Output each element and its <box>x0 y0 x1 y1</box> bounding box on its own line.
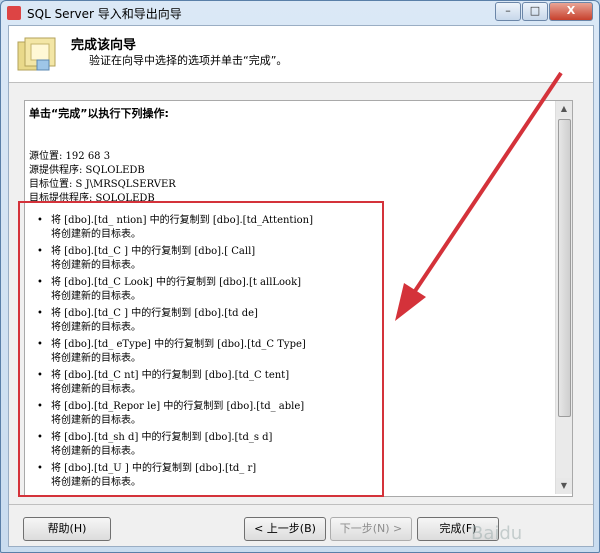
page-subtitle: 验证在向导中选择的选项并单击“完成”。 <box>89 54 288 67</box>
source-provider: 源提供程序: SQLOLEDB <box>29 165 145 176</box>
operation-text: 将 [dbo].[td_C nt] 中的行复制到 [dbo].[td_C ten… <box>51 370 290 381</box>
operation-text: 将 [dbo].[td_C ] 中的行复制到 [dbo].[td de] <box>51 308 258 319</box>
operation-text: 将 [dbo].[td_Repor le] 中的行复制到 [dbo].[td_ … <box>51 401 305 412</box>
operation-note: 将创建新的目标表。 <box>51 477 141 488</box>
window-title: SQL Server 导入和导出向导 <box>27 7 182 21</box>
copy-operation: • 将 [dbo].[td_C ] 中的行复制到 [dbo].[td de] 将创建… <box>37 307 258 335</box>
help-button[interactable]: 帮助(H) <box>23 517 111 541</box>
wizard-header: 完成该向导 验证在向导中选择的选项并单击“完成”。 <box>9 26 593 83</box>
target-provider: 目标提供程序: SQLOLEDB <box>29 193 155 204</box>
target-location: 目标位置: S J\MRSQLSERVER <box>29 179 176 190</box>
watermark: Baidu <box>471 523 523 544</box>
title-bar[interactable]: SQL Server 导入和导出向导 – □ X <box>1 1 599 25</box>
operation-note: 将创建新的目标表。 <box>51 384 141 395</box>
close-button[interactable]: X <box>549 2 593 21</box>
back-button[interactable]: < 上一步(B) <box>244 517 326 541</box>
operation-note: 将创建新的目标表。 <box>51 353 141 364</box>
operation-note: 将创建新的目标表。 <box>51 446 141 457</box>
copy-operation: • 将 [dbo].[td_sh d] 中的行复制到 [dbo].[td_s d]… <box>37 431 272 459</box>
operation-note: 将创建新的目标表。 <box>51 415 141 426</box>
operation-note: 将创建新的目标表。 <box>51 322 141 333</box>
operation-note: 将创建新的目标表。 <box>51 291 141 302</box>
source-location: 源位置: 192 68 3 <box>29 151 111 162</box>
page-title: 完成该向导 <box>71 38 137 53</box>
copy-operation: • 将 [dbo].[td_Repor le] 中的行复制到 [dbo].[td_… <box>37 400 304 428</box>
operation-text: 将 [dbo].[td_U ] 中的行复制到 [dbo].[td_ r] <box>51 463 257 474</box>
copy-operation: • 将 [dbo].[td_U ] 中的行复制到 [dbo].[td_ r] 将创建… <box>37 462 256 490</box>
wizard-window: SQL Server 导入和导出向导 – □ X 完成该向导 验证在向导中选择的… <box>0 0 600 553</box>
scroll-up-icon[interactable]: ▲ <box>556 101 572 117</box>
maximize-button[interactable]: □ <box>522 2 548 21</box>
copy-operation: • 将 [dbo].[td_C ] 中的行复制到 [dbo].[ Call] 将创建… <box>37 245 255 273</box>
operation-text: 将 [dbo].[td_ eType] 中的行复制到 [dbo].[td_C T… <box>51 339 306 350</box>
bullet: • <box>37 432 43 443</box>
bullet: • <box>37 277 43 288</box>
window-controls: – □ X <box>494 2 593 21</box>
copy-operation: • 将 [dbo].[td_ ntion] 中的行复制到 [dbo].[td_At… <box>37 214 313 242</box>
operation-text: 将 [dbo].[td_sh d] 中的行复制到 [dbo].[td_s d] <box>51 432 273 443</box>
bullet: • <box>37 246 43 257</box>
sql-server-app-icon <box>7 6 21 20</box>
operation-note: 将创建新的目标表。 <box>51 260 141 271</box>
summary-panel[interactable]: 单击“完成”以执行下列操作: 源位置: 192 68 3 源提供程序: SQLO… <box>24 100 573 497</box>
bullet: • <box>37 370 43 381</box>
copy-operation: • 将 [dbo].[td_C nt] 中的行复制到 [dbo].[td_C te… <box>37 369 289 397</box>
summary-content: 单击“完成”以执行下列操作: 源位置: 192 68 3 源提供程序: SQLO… <box>27 103 554 494</box>
scroll-thumb[interactable] <box>558 119 571 417</box>
copy-operation: • 将 [dbo].[td_C Look] 中的行复制到 [dbo].[t all… <box>37 276 301 304</box>
wizard-folder-icon <box>17 37 56 71</box>
bullet: • <box>37 215 43 226</box>
bullet: • <box>37 339 43 350</box>
operation-text: 将 [dbo].[td_ ntion] 中的行复制到 [dbo].[td_Att… <box>51 215 314 226</box>
footer-divider <box>9 504 593 505</box>
bullet: • <box>37 463 43 474</box>
bullet: • <box>37 308 43 319</box>
wizard-client-area: 完成该向导 验证在向导中选择的选项并单击“完成”。 单击“完成”以执行下列操作:… <box>8 25 594 547</box>
scroll-down-icon[interactable]: ▼ <box>556 478 572 494</box>
bullet: • <box>37 401 43 412</box>
operation-text: 将 [dbo].[td_C ] 中的行复制到 [dbo].[ Call] <box>51 246 256 257</box>
operation-text: 将 [dbo].[td_C Look] 中的行复制到 [dbo].[t allL… <box>51 277 302 288</box>
minimize-button[interactable]: – <box>495 2 521 21</box>
copy-operation: • 将 [dbo].[td_ eType] 中的行复制到 [dbo].[td_C … <box>37 338 306 366</box>
vertical-scrollbar[interactable]: ▲ ▼ <box>555 101 572 494</box>
summary-heading: 单击“完成”以执行下列操作: <box>29 107 169 120</box>
next-button[interactable]: 下一步(N) > <box>330 517 412 541</box>
operation-note: 将创建新的目标表。 <box>51 229 141 240</box>
